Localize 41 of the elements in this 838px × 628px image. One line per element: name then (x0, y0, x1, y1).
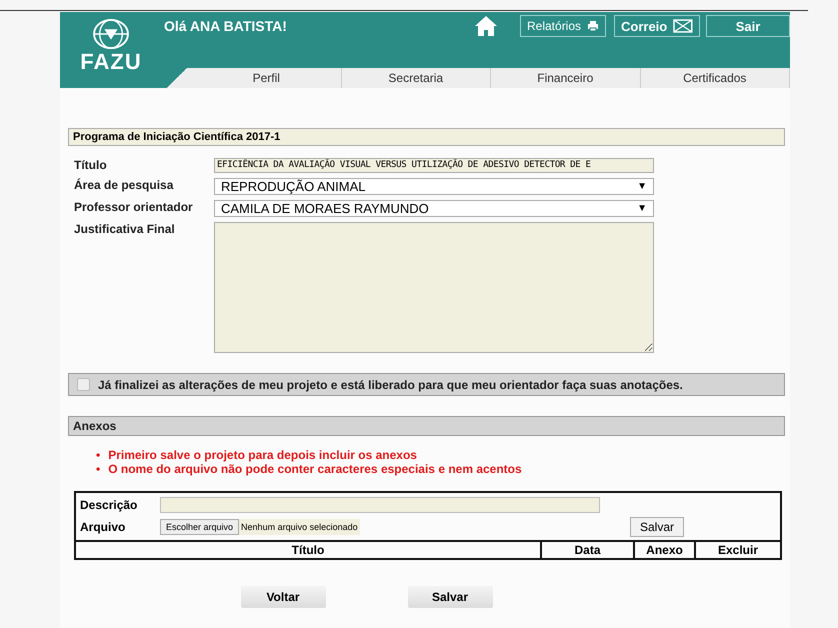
printer-icon (587, 20, 599, 32)
title-field[interactable]: EFICIÊNCIA DA AVALIAÇÃO VISUAL VERSUS UTILIZAÇÃO DE ADESIVO DETECTOR DE E (214, 158, 654, 173)
field-label: Título (74, 158, 108, 173)
column-header: Título (290, 542, 326, 558)
field-label: Professor orientador (74, 200, 194, 216)
choose-file-button[interactable]: Escolher arquivo (160, 519, 240, 535)
description-field[interactable] (160, 497, 600, 513)
list-bullet: • (96, 462, 100, 476)
action-button[interactable]: Voltar (240, 586, 326, 608)
home-icon[interactable] (474, 15, 498, 37)
save-attachment-button[interactable]: Salvar (630, 517, 684, 537)
attachments-header: Anexos (68, 416, 785, 436)
release-checkbox[interactable] (77, 378, 90, 391)
nav-tab[interactable]: Certificados (640, 68, 790, 88)
justification-field[interactable] (214, 222, 654, 353)
header-button[interactable]: Sair (706, 15, 790, 37)
logo-text: FAZU (80, 50, 142, 74)
globe-logo-icon (92, 18, 130, 50)
warning-note: Primeiro salve o projeto para depois incluir os anexos (108, 448, 417, 462)
nav-tab[interactable]: Financeiro (491, 68, 640, 88)
envelope-icon (673, 19, 693, 33)
select-field[interactable]: CAMILA DE MORAES RAYMUNDO ▼ (214, 200, 654, 217)
header-button[interactable]: Relatórios (520, 15, 606, 37)
list-bullet: • (96, 448, 100, 462)
field-label: Justificativa Final (74, 222, 176, 238)
section-title: Programa de Iniciação Científica 2017-1 (68, 128, 785, 146)
select-field[interactable]: REPRODUÇÃO ANIMAL ▼ (214, 178, 654, 195)
warning-note: O nome do arquivo não pode conter caracteres especiais e nem acentos (108, 462, 522, 476)
release-label: Já finalizei as alterações de meu projeto e está liberado para que meu orientador faça suas anotações. (98, 378, 683, 392)
column-header: Data (540, 542, 633, 558)
file-label: Arquivo (80, 520, 126, 534)
file-status: Nenhum arquivo selecionado (239, 519, 360, 535)
nav-tab[interactable]: Secretaria (342, 68, 491, 88)
action-button[interactable]: Salvar (408, 586, 492, 608)
column-header: Excluir (694, 542, 780, 558)
field-label: Área de pesquisa (74, 178, 174, 194)
description-label: Descrição (80, 498, 138, 512)
header-button[interactable]: Correio (614, 15, 700, 37)
greeting: Olá ANA BATISTA! (164, 18, 288, 34)
nav-tab[interactable]: Perfil (192, 68, 342, 88)
column-header: Anexo (633, 542, 694, 558)
